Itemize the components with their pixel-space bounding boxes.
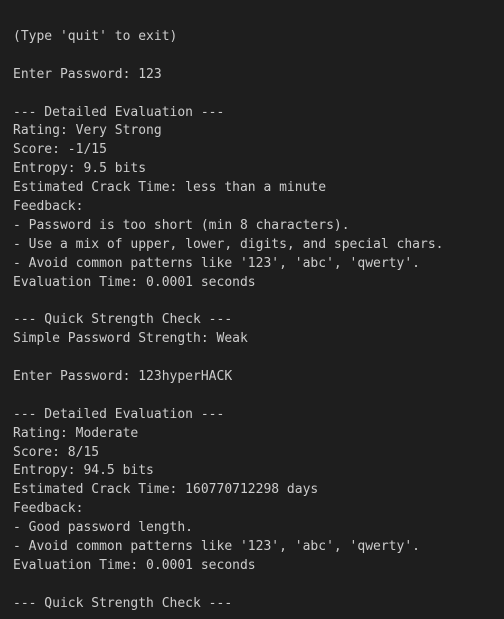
score-line: Score: -1/15 [13, 142, 107, 158]
feedback-item: - Avoid common patterns like '123', 'abc… [13, 255, 420, 271]
feedback-header: Feedback: [13, 501, 84, 517]
password-prompt-line: Enter Password: 123hyperHACK [13, 369, 233, 385]
feedback-header: Feedback: [13, 199, 84, 215]
quick-check-header: --- Quick Strength Check --- [13, 312, 233, 328]
feedback-item: - Good password length. [13, 520, 194, 536]
entropy-line: Entropy: 94.5 bits [13, 463, 154, 479]
crack-time-line: Estimated Crack Time: 160770712298 days [13, 482, 319, 498]
feedback-item: - Use a mix of upper, lower, digits, and… [13, 236, 444, 252]
quick-check-header: --- Quick Strength Check --- [13, 595, 233, 611]
terminal-output[interactable]: (Type 'quit' to exit) Enter Password: 12… [0, 0, 504, 619]
detailed-evaluation-header: --- Detailed Evaluation --- [13, 406, 225, 422]
score-line: Score: 8/15 [13, 444, 100, 460]
feedback-item: - Avoid common patterns like '123', 'abc… [13, 539, 420, 555]
evaluation-time-line: Evaluation Time: 0.0001 seconds [13, 557, 256, 573]
password-prompt-line: Enter Password: 123 [13, 66, 162, 82]
exit-hint-line: (Type 'quit' to exit) [13, 29, 178, 44]
feedback-item: - Password is too short (min 8 character… [13, 217, 350, 233]
detailed-evaluation-header: --- Detailed Evaluation --- [13, 104, 225, 120]
crack-time-line: Estimated Crack Time: less than a minute [13, 180, 327, 196]
simple-strength-line: Simple Password Strength: Weak [13, 331, 248, 347]
rating-line: Rating: Very Strong [13, 123, 162, 139]
rating-line: Rating: Moderate [13, 425, 139, 441]
entropy-line: Entropy: 9.5 bits [13, 161, 147, 177]
evaluation-time-line: Evaluation Time: 0.0001 seconds [13, 274, 256, 290]
